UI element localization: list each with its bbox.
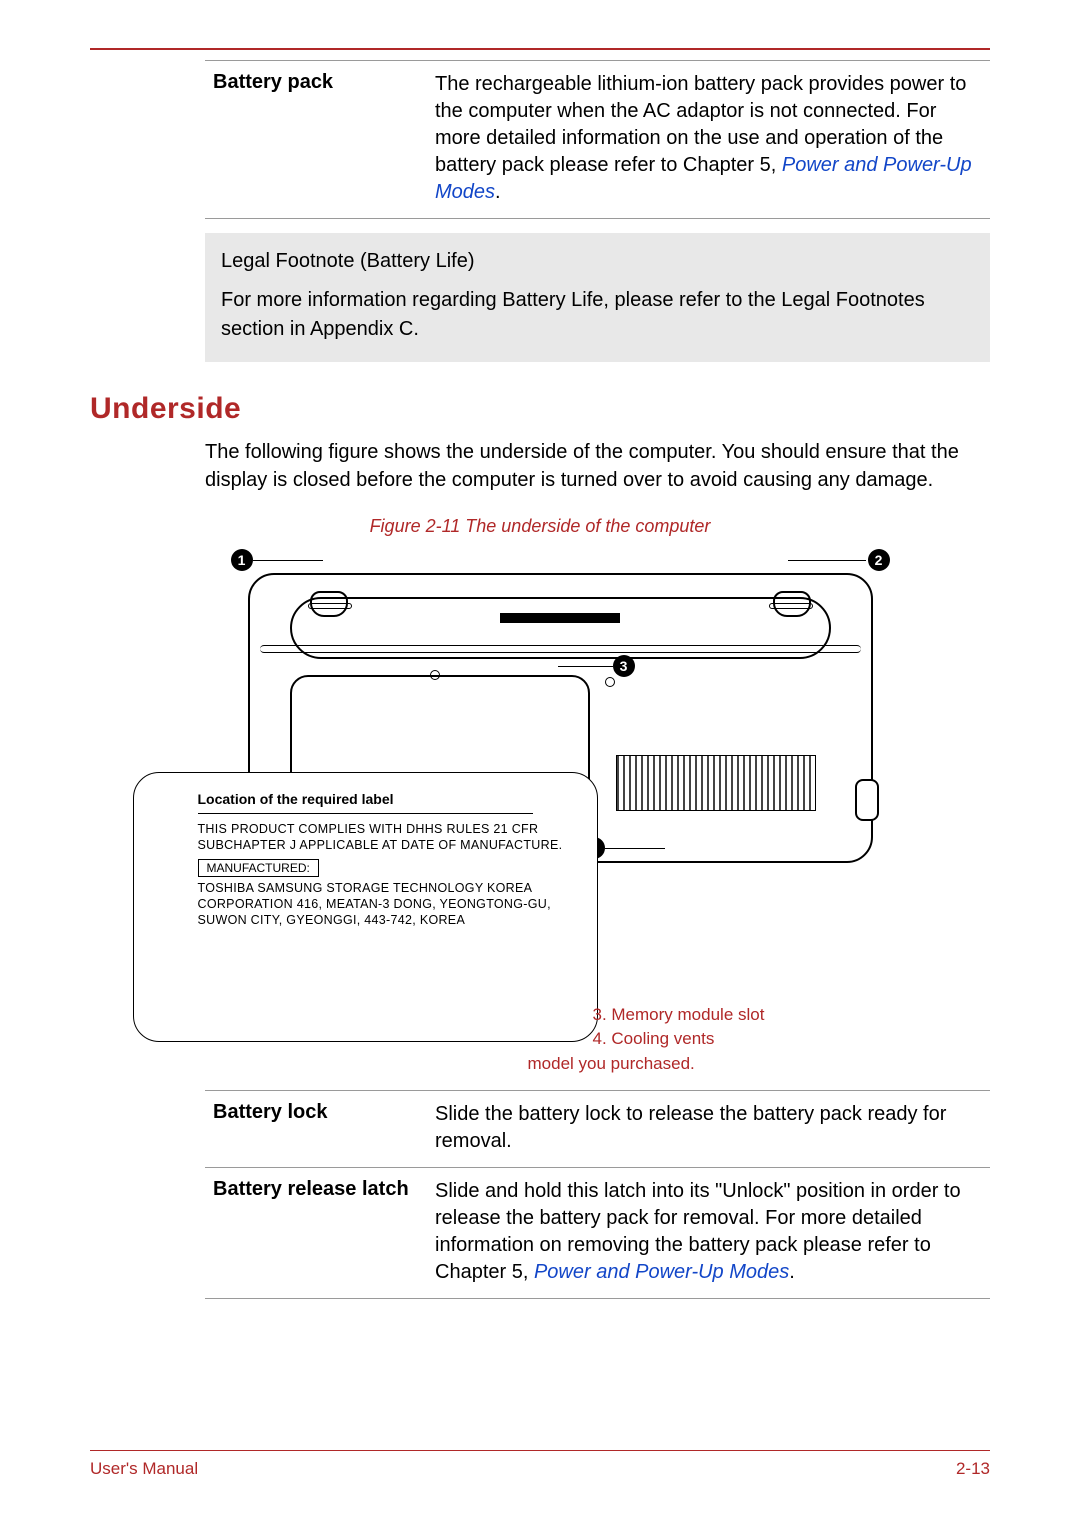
latch-text-b: . — [789, 1261, 795, 1283]
legal-footnote-box: Legal Footnote (Battery Life) For more i… — [205, 233, 990, 362]
label-card-heading: Location of the required label — [198, 791, 581, 807]
page: Battery pack The rechargeable lithium-io… — [0, 0, 1080, 1521]
side-latch-icon — [855, 779, 879, 821]
lead-3 — [558, 666, 613, 667]
link-power-modes-2[interactable]: Power and Power-Up Modes — [534, 1261, 789, 1283]
row-battery-pack: Battery pack The rechargeable lithium-io… — [205, 60, 990, 219]
footer: User's Manual 2-13 — [90, 1459, 990, 1479]
lead-4 — [605, 848, 665, 849]
callout-3-text: 3. Memory module slot — [593, 1003, 765, 1028]
manufacturer-text: TOSHIBA SAMSUNG STORAGE TECHNOLOGY KOREA… — [198, 881, 581, 928]
footer-right: 2-13 — [956, 1459, 990, 1479]
term-battery-pack: Battery pack — [205, 71, 435, 206]
row-battery-release-latch: Battery release latch Slide and hold thi… — [205, 1168, 990, 1299]
top-definition-block: Battery pack The rechargeable lithium-io… — [205, 60, 990, 362]
desc-battery-pack: The rechargeable lithium-ion battery pac… — [435, 71, 990, 206]
desc-battery-release-latch: Slide and hold this latch into its "Unlo… — [435, 1178, 990, 1286]
callout-list: 3. Memory module slot 4. Cooling vents — [593, 1003, 765, 1052]
footer-rule — [90, 1450, 990, 1451]
desc-text-b: . — [495, 181, 501, 203]
figure-2-11: 1 2 3 — [213, 547, 983, 982]
lead-2 — [788, 560, 866, 561]
lead-1 — [253, 560, 323, 561]
note-body: For more information regarding Battery L… — [221, 286, 974, 344]
desc-battery-lock: Slide the battery lock to release the ba… — [435, 1101, 990, 1155]
figure-caption: Figure 2-11 The underside of the compute… — [90, 516, 990, 537]
term-battery-release-latch: Battery release latch — [205, 1178, 435, 1286]
header-rule — [90, 48, 990, 50]
compliance-text: THIS PRODUCT COMPLIES WITH DHHS RULES 21… — [198, 822, 581, 853]
screw-icon — [430, 670, 440, 680]
figure-container: 1 2 3 — [205, 547, 990, 982]
screw-icon — [605, 677, 615, 687]
center-port — [500, 613, 620, 623]
callout-dot-3: 3 — [613, 655, 635, 677]
model-note-frag: model you purchased. — [528, 1054, 695, 1074]
note-title: Legal Footnote (Battery Life) — [221, 247, 974, 276]
callout-dot-1: 1 — [231, 549, 253, 571]
row-battery-lock: Battery lock Slide the battery lock to r… — [205, 1090, 990, 1168]
seam-line — [260, 645, 861, 653]
callout-4-text: 4. Cooling vents — [593, 1027, 765, 1052]
content: Battery pack The rechargeable lithium-io… — [90, 60, 990, 1299]
slot-left — [308, 603, 352, 609]
label-rule — [198, 813, 533, 814]
lower-definition-block: Battery lock Slide the battery lock to r… — [205, 1090, 990, 1299]
underside-paragraph: The following figure shows the underside… — [205, 438, 990, 494]
required-label-card: Location of the required label THIS PROD… — [133, 772, 598, 1042]
footer-left: User's Manual — [90, 1459, 198, 1479]
manufactured-box: MANUFACTURED: — [198, 859, 319, 877]
cooling-vents — [616, 755, 816, 811]
heading-underside: Underside — [90, 392, 990, 426]
term-battery-lock: Battery lock — [205, 1101, 435, 1155]
slot-right — [769, 603, 813, 609]
callout-dot-2: 2 — [868, 549, 890, 571]
